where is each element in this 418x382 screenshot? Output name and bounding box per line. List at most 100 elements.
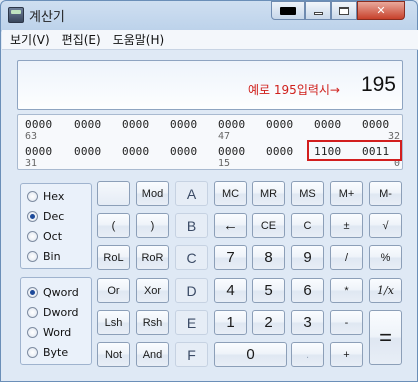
radio-qword[interactable]: Qword	[21, 282, 91, 302]
key-7[interactable]: 7	[214, 245, 247, 270]
key-hex-c[interactable]: C	[175, 245, 208, 270]
calculator-app-icon	[8, 7, 24, 23]
key-9[interactable]: 9	[291, 245, 324, 270]
radio-label: Word	[43, 325, 72, 339]
key-m-plus[interactable]: M+	[330, 181, 363, 206]
key-multiply[interactable]: *	[330, 278, 363, 303]
bit-group: 0000	[266, 118, 294, 131]
maximize-icon	[339, 6, 349, 15]
key-rol[interactable]: RoL	[97, 245, 130, 270]
radio-dword[interactable]: Dword	[21, 302, 91, 322]
key-close-paren[interactable]: )	[136, 213, 169, 238]
radio-label: Byte	[43, 345, 69, 359]
display-value: 195	[360, 73, 396, 96]
bit-group: 0000	[122, 145, 150, 158]
radio-bin[interactable]: Bin	[21, 246, 91, 266]
radio-indicator	[27, 190, 38, 202]
close-icon: ✕	[376, 4, 386, 17]
display-panel: 예로 195입력시→ 195	[17, 60, 403, 110]
blank-key	[97, 181, 130, 206]
bit-group: 0000	[218, 118, 246, 131]
bit-group: 0000	[362, 118, 390, 131]
key-open-paren[interactable]: (	[97, 213, 130, 238]
key-c[interactable]: C	[291, 213, 324, 238]
key-reciprocal[interactable]: 1/x	[369, 278, 402, 303]
black-indicator-button[interactable]	[271, 1, 305, 20]
key-rsh[interactable]: Rsh	[136, 310, 169, 335]
maximize-button[interactable]	[331, 1, 357, 20]
radio-hex[interactable]: Hex	[21, 186, 91, 206]
key-sqrt[interactable]: √	[369, 213, 402, 238]
radio-indicator	[27, 306, 38, 318]
window-title: 계산기	[29, 10, 65, 25]
key-4[interactable]: 4	[214, 278, 247, 303]
key-plus-minus[interactable]: ±	[330, 213, 363, 238]
radio-indicator-selected	[27, 286, 38, 298]
radio-label: Dword	[43, 305, 79, 319]
key-ror[interactable]: RoR	[136, 245, 169, 270]
bit-group: 0000	[170, 118, 198, 131]
key-mod[interactable]: Mod	[136, 181, 169, 206]
radio-label: Oct	[43, 229, 63, 243]
bit-group: 0000	[266, 145, 294, 158]
radio-indicator	[27, 346, 38, 358]
key-mc[interactable]: MC	[214, 181, 247, 206]
key-xor[interactable]: Xor	[136, 278, 169, 303]
menu-help[interactable]: 도움말(H)	[107, 30, 171, 50]
key-0[interactable]: 0	[214, 342, 287, 367]
key-percent[interactable]: %	[369, 245, 402, 270]
radio-word[interactable]: Word	[21, 322, 91, 342]
bit-group: 0000	[25, 118, 53, 131]
black-block-icon	[280, 6, 296, 15]
key-ms[interactable]: MS	[291, 181, 324, 206]
bit-group: 0000	[74, 145, 102, 158]
key-equals[interactable]: =	[369, 310, 402, 365]
bit-group: 0000	[218, 145, 246, 158]
backspace-icon[interactable]: ←	[214, 213, 247, 238]
key-3[interactable]: 3	[291, 310, 324, 335]
key-hex-e[interactable]: E	[175, 310, 208, 335]
radio-label: Bin	[43, 249, 61, 263]
bit-index-15: 15	[218, 158, 231, 169]
radio-dec[interactable]: Dec	[21, 206, 91, 226]
bit-group: 0000	[314, 118, 342, 131]
key-decimal[interactable]: .	[291, 342, 324, 367]
bit-group: 0000	[74, 118, 102, 131]
key-ce[interactable]: CE	[252, 213, 285, 238]
minimize-button[interactable]	[305, 1, 331, 20]
bit-group: 0000	[25, 145, 53, 158]
key-divide[interactable]: /	[330, 245, 363, 270]
key-subtract[interactable]: -	[330, 310, 363, 335]
key-hex-b[interactable]: B	[175, 213, 208, 238]
radio-byte[interactable]: Byte	[21, 342, 91, 362]
key-mr[interactable]: MR	[252, 181, 285, 206]
radio-label: Dec	[43, 209, 65, 223]
radio-indicator	[27, 250, 38, 262]
key-hex-a[interactable]: A	[175, 181, 208, 206]
key-not[interactable]: Not	[97, 342, 130, 367]
key-add[interactable]: +	[330, 342, 363, 367]
close-button[interactable]: ✕	[357, 1, 405, 20]
bit-index-47: 47	[218, 131, 231, 142]
key-8[interactable]: 8	[252, 245, 285, 270]
key-m-minus[interactable]: M-	[369, 181, 402, 206]
key-hex-d[interactable]: D	[175, 278, 208, 303]
key-or[interactable]: Or	[97, 278, 130, 303]
menu-edit[interactable]: 편집(E)	[56, 30, 107, 50]
menu-view[interactable]: 보기(V)	[2, 30, 56, 50]
bit-display-panel: 0000 0000 0000 0000 0000 0000 0000 0000 …	[17, 114, 403, 170]
key-hex-f[interactable]: F	[175, 342, 208, 367]
minimize-icon	[313, 12, 323, 15]
key-lsh[interactable]: Lsh	[97, 310, 130, 335]
key-and[interactable]: And	[136, 342, 169, 367]
radio-oct[interactable]: Oct	[21, 226, 91, 246]
menu-bar: 보기(V) 편집(E) 도움말(H)	[2, 30, 418, 50]
key-6[interactable]: 6	[291, 278, 324, 303]
radio-indicator	[27, 230, 38, 242]
key-2[interactable]: 2	[252, 310, 285, 335]
bit-index-63: 63	[25, 131, 38, 142]
bit-index-31: 31	[25, 158, 38, 169]
key-5[interactable]: 5	[252, 278, 285, 303]
radio-label: Qword	[43, 285, 79, 299]
key-1[interactable]: 1	[214, 310, 247, 335]
